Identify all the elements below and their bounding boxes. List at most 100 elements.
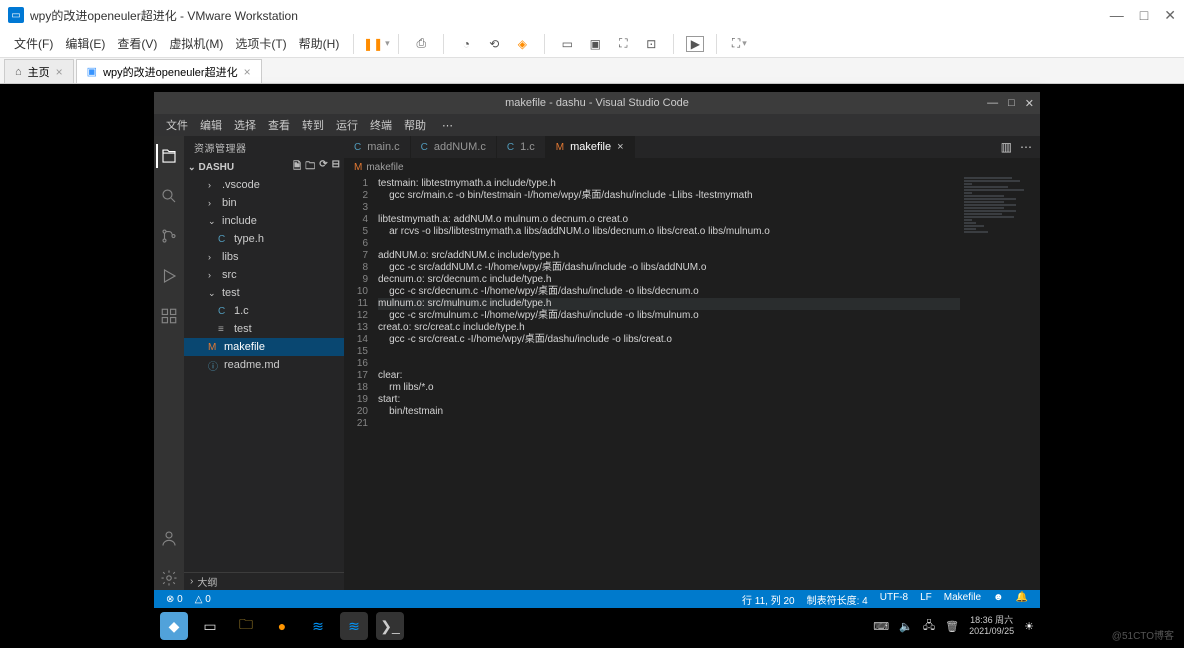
- close-icon[interactable]: ×: [617, 141, 623, 153]
- vscode-icon[interactable]: ≋: [304, 612, 332, 640]
- notifications-icon[interactable]: 🔔: [1010, 592, 1034, 607]
- menu-edit[interactable]: 编辑(E): [59, 31, 111, 56]
- vmware-tabbar: ⌂ 主页 × ▣ wpy的改进openeuler超进化 ×: [0, 58, 1184, 84]
- vs-menu-file[interactable]: 文件: [160, 117, 194, 133]
- code-content[interactable]: testmain: libtestmymath.a include/type.h…: [378, 176, 1040, 590]
- menu-view[interactable]: 查看(V): [111, 31, 163, 56]
- close-button[interactable]: ✕: [1025, 97, 1034, 110]
- vs-menu-go[interactable]: 转到: [296, 117, 330, 133]
- more-actions-icon[interactable]: ⋯: [1020, 140, 1032, 154]
- status-position[interactable]: 行 11, 列 20: [736, 592, 801, 607]
- snapshot-manager-icon[interactable]: ◈: [512, 34, 532, 54]
- folder-libs[interactable]: ›libs: [184, 248, 344, 266]
- tab-vm[interactable]: ▣ wpy的改进openeuler超进化 ×: [76, 59, 262, 83]
- fit-guest-icon[interactable]: ▭: [557, 34, 577, 54]
- feedback-icon[interactable]: ☻: [987, 592, 1010, 607]
- status-language[interactable]: Makefile: [938, 592, 987, 607]
- folder-vscode[interactable]: ›.vscode: [184, 176, 344, 194]
- start-button[interactable]: ◆: [160, 612, 188, 640]
- vs-menu-edit[interactable]: 编辑: [194, 117, 228, 133]
- status-indentation[interactable]: 制表符长度: 4: [801, 592, 874, 607]
- maximize-button[interactable]: □: [1008, 97, 1015, 110]
- files-icon[interactable]: 🗀: [232, 612, 260, 640]
- outline-section[interactable]: ›大纲: [184, 572, 344, 590]
- menu-tabs[interactable]: 选项卡(T): [229, 31, 292, 56]
- new-folder-icon[interactable]: 🗀: [305, 159, 315, 176]
- tab-main[interactable]: Cmain.c: [344, 136, 411, 158]
- revert-snapshot-icon[interactable]: ⟲: [484, 34, 504, 54]
- fit-window-icon[interactable]: ▣: [585, 34, 605, 54]
- view-cycle-icon[interactable]: ⊡: [641, 34, 661, 54]
- minimize-button[interactable]: —: [987, 97, 998, 110]
- vs-menu-run[interactable]: 运行: [330, 117, 364, 133]
- search-icon[interactable]: [157, 184, 181, 208]
- pause-icon[interactable]: ❚❚▾: [366, 34, 386, 54]
- status-eol[interactable]: LF: [914, 592, 938, 607]
- explorer-icon[interactable]: [156, 144, 180, 168]
- send-ctrl-alt-del-icon[interactable]: ⎙: [411, 34, 431, 54]
- menu-vm[interactable]: 虚拟机(M): [163, 31, 229, 56]
- separator: [716, 34, 717, 54]
- tab-home[interactable]: ⌂ 主页 ×: [4, 59, 74, 83]
- vs-menu-terminal[interactable]: 终端: [364, 117, 398, 133]
- firefox-icon[interactable]: ●: [268, 612, 296, 640]
- separator: [544, 34, 545, 54]
- close-button[interactable]: ✕: [1164, 7, 1176, 24]
- minimap[interactable]: [960, 176, 1040, 590]
- maximize-button[interactable]: □: [1140, 7, 1148, 24]
- chevron-down-icon: ⌄: [188, 162, 196, 173]
- close-icon[interactable]: ×: [56, 65, 63, 79]
- home-icon: ⌂: [15, 66, 22, 78]
- vmware-titlebar: ▭ wpy的改进openeuler超进化 - VMware Workstatio…: [0, 0, 1184, 30]
- terminal-icon[interactable]: ❯_: [376, 612, 404, 640]
- new-file-icon[interactable]: 🗎: [293, 159, 301, 176]
- status-errors[interactable]: ⊗ 0: [160, 594, 189, 605]
- file-makefile[interactable]: Mmakefile: [184, 338, 344, 356]
- line-numbers: 123456789101112131415161718192021: [344, 176, 378, 590]
- vs-menu-help[interactable]: 帮助: [398, 117, 432, 133]
- file-test[interactable]: ≡test: [184, 320, 344, 338]
- snapshot-icon[interactable]: ◔: [456, 34, 476, 54]
- minimize-button[interactable]: —: [1110, 7, 1124, 24]
- exit-fullscreen-icon[interactable]: ⛶: [613, 34, 633, 54]
- menu-help[interactable]: 帮助(H): [293, 31, 346, 56]
- file-readme[interactable]: ⓘreadme.md: [184, 356, 344, 374]
- file-1c[interactable]: C1.c: [184, 302, 344, 320]
- vs-menu-view[interactable]: 查看: [262, 117, 296, 133]
- collapse-icon[interactable]: ⊟: [332, 159, 340, 176]
- tab-1c[interactable]: C1.c: [497, 136, 546, 158]
- code-area[interactable]: 123456789101112131415161718192021 testma…: [344, 176, 1040, 590]
- clock[interactable]: 18:36 周六 2021/09/25: [969, 615, 1014, 637]
- run-debug-icon[interactable]: [157, 264, 181, 288]
- refresh-icon[interactable]: ⟳: [319, 159, 327, 176]
- brightness-icon[interactable]: ☀: [1024, 620, 1034, 633]
- window-list-icon[interactable]: ▭: [196, 612, 224, 640]
- vs-menu-more[interactable]: ⋯: [436, 119, 459, 132]
- status-encoding[interactable]: UTF-8: [874, 592, 914, 607]
- vs-menu-selection[interactable]: 选择: [228, 117, 262, 133]
- tab-makefile[interactable]: Mmakefile×: [546, 136, 635, 158]
- folder-bin[interactable]: ›bin: [184, 194, 344, 212]
- account-icon[interactable]: [157, 526, 181, 550]
- battery-icon[interactable]: 🗑: [945, 620, 959, 633]
- status-warnings[interactable]: △ 0: [189, 594, 217, 605]
- project-header[interactable]: ⌄DASHU 🗎 🗀 ⟳ ⊟: [184, 158, 344, 176]
- breadcrumb[interactable]: Mmakefile: [344, 158, 1040, 176]
- menu-file[interactable]: 文件(F): [8, 31, 59, 56]
- keyboard-icon[interactable]: ⌨: [873, 620, 889, 633]
- tab-addnum[interactable]: CaddNUM.c: [411, 136, 497, 158]
- source-control-icon[interactable]: [157, 224, 181, 248]
- split-editor-icon[interactable]: ▥: [1001, 140, 1012, 154]
- unity-icon[interactable]: ▶: [686, 36, 704, 52]
- volume-icon[interactable]: 🔈: [899, 620, 913, 633]
- network-icon[interactable]: 🖧: [923, 617, 935, 636]
- folder-include[interactable]: ⌄include: [184, 212, 344, 230]
- extensions-icon[interactable]: [157, 304, 181, 328]
- close-icon[interactable]: ×: [244, 65, 251, 79]
- folder-src[interactable]: ›src: [184, 266, 344, 284]
- fullscreen-icon[interactable]: ⛶▾: [729, 34, 749, 54]
- settings-icon[interactable]: [157, 566, 181, 590]
- folder-test[interactable]: ⌄test: [184, 284, 344, 302]
- vscode-running-icon[interactable]: ≋: [340, 612, 368, 640]
- file-typeh[interactable]: Ctype.h: [184, 230, 344, 248]
